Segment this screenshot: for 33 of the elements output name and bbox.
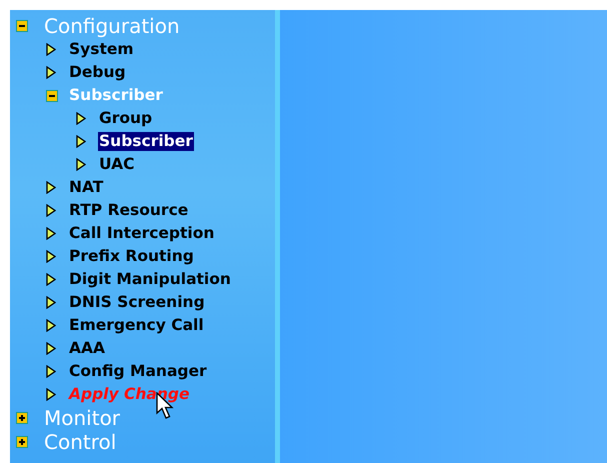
tree-item[interactable]: Emergency Call [68, 316, 205, 335]
tree-item[interactable]: AAA [68, 339, 106, 358]
collapse-icon[interactable] [16, 20, 28, 32]
triangle-icon [46, 388, 56, 401]
tree-item[interactable]: Debug [68, 63, 127, 82]
triangle-icon [46, 319, 56, 332]
triangle-icon [76, 112, 86, 125]
triangle-icon [46, 66, 56, 79]
triangle-icon [46, 342, 56, 355]
triangle-icon [46, 296, 56, 309]
tree-item[interactable]: Call Interception [68, 224, 216, 243]
tree-item[interactable]: System [68, 40, 135, 59]
collapse-icon[interactable] [46, 90, 58, 102]
triangle-icon [76, 158, 86, 171]
triangle-icon [46, 273, 56, 286]
triangle-icon [46, 181, 56, 194]
tree-item[interactable]: Subscriber [98, 132, 194, 151]
tree-item[interactable]: NAT [68, 178, 104, 197]
tree-item[interactable]: Prefix Routing [68, 247, 195, 266]
tree-item[interactable]: Config Manager [68, 362, 208, 381]
expand-icon[interactable] [16, 436, 28, 448]
triangle-icon [46, 365, 56, 378]
tree-item[interactable]: Digit Manipulation [68, 270, 232, 289]
triangle-icon [46, 43, 56, 56]
triangle-icon [46, 204, 56, 217]
tree-item[interactable]: DNIS Screening [68, 293, 206, 312]
triangle-icon [76, 135, 86, 148]
tree-item[interactable]: Group [98, 109, 154, 128]
triangle-icon [46, 250, 56, 263]
expand-icon[interactable] [16, 412, 28, 424]
tree-item[interactable]: UAC [98, 155, 136, 174]
tree-item[interactable]: RTP Resource [68, 201, 190, 220]
triangle-icon [46, 227, 56, 240]
